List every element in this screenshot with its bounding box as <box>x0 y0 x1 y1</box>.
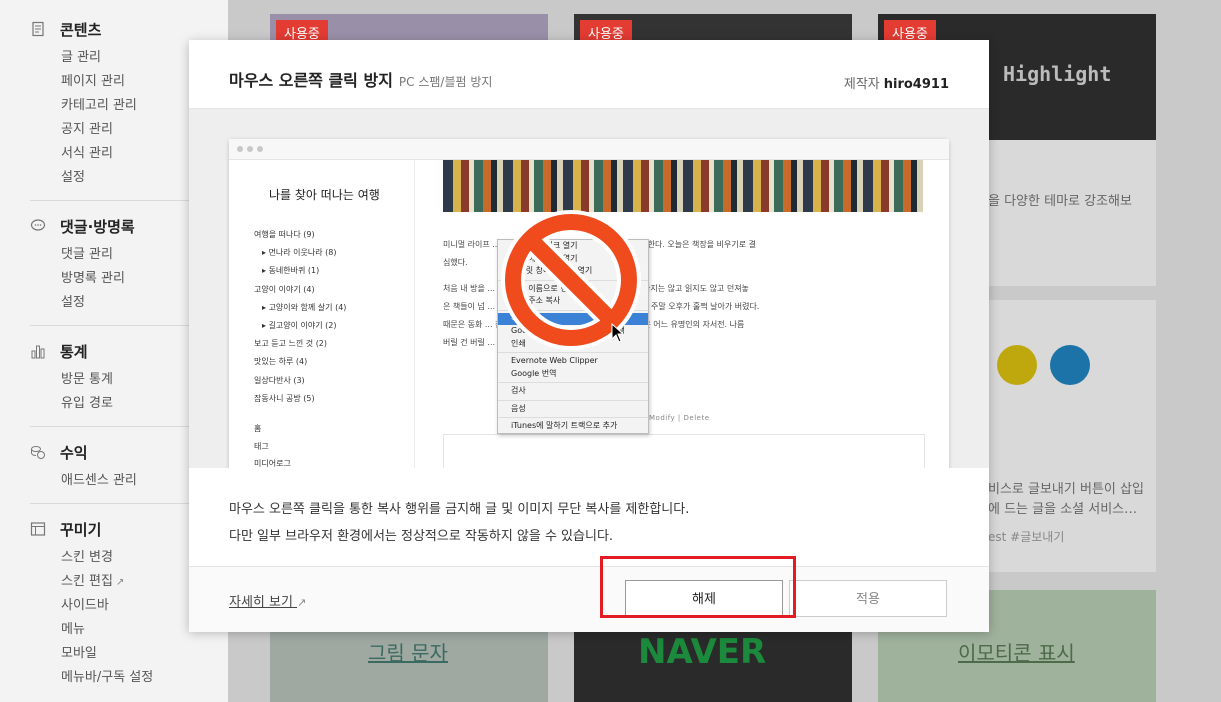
blog-category-item: 보고 듣고 느낀 것 (2) <box>254 335 346 353</box>
mouse-cursor-icon <box>611 323 625 343</box>
card-tags: est #글보내기 <box>988 530 1065 544</box>
context-menu-item: 검사 <box>511 386 526 395</box>
blog-category-label: 일상다반사 (3) <box>254 375 305 385</box>
card-bottom-title: NAVER <box>638 632 767 672</box>
sidebar-item-label: 글 관리 <box>61 50 102 65</box>
blog-category-label: 고양이와 함께 살기 (4) <box>268 302 347 312</box>
plugin-name: 마우스 오른쪽 클릭 방지 <box>229 71 393 90</box>
sidebar-item-label: 방명록 관리 <box>61 271 125 286</box>
browser-titlebar <box>229 139 949 160</box>
plugin-preview-image: 나를 찾아 떠나는 여행 여행을 떠나다 (9) ▸ 먼나라 이웃나라 (8) ▸ … <box>189 109 989 468</box>
blog-category-label: 잡동사니 공방 (5) <box>254 393 315 403</box>
context-menu-item: iTunes에 말하기 트랙으로 추가 <box>511 421 618 430</box>
sidebar-group-title[interactable]: 콘텐츠 <box>30 16 228 42</box>
description-line: 마우스 오른쪽 클릭을 통한 복사 행위를 금지해 글 및 이미지 무단 복사를… <box>229 502 690 517</box>
blog-category-list: 여행을 떠나다 (9) ▸ 먼나라 이웃나라 (8) ▸ 동네한바퀴 (1) 고양이 … <box>254 226 346 408</box>
blog-category-item: 일상다반사 (3) <box>254 372 346 390</box>
sidebar-item-label: 설정 <box>61 170 85 185</box>
blog-category-label: 보고 듣고 느낀 것 (2) <box>254 339 328 349</box>
modal-footer: 자세히 보기 ↗ 해제 적용 <box>189 556 989 632</box>
description-line: 다만 일부 브라우저 환경에서는 정상적으로 작동하지 않을 수 있습니다. <box>229 529 614 544</box>
blog-category-item: 맛있는 하루 (4) <box>254 353 346 371</box>
blog-category-label: 먼나라 이웃나라 (8) <box>268 248 337 258</box>
sidebar-item-label: 유입 경로 <box>61 396 113 411</box>
blog-category-item: ▸ 먼나라 이웃나라 (8) <box>262 248 337 258</box>
context-menu-item: Google 번역 <box>511 368 557 378</box>
blog-category-label: 길고양이 이야기 (2) <box>268 321 337 331</box>
sidebar-item-label: 방문 통계 <box>61 372 113 387</box>
apply-button[interactable]: 적용 <box>789 580 947 617</box>
context-menu-item: 음성 <box>511 403 526 413</box>
author-name: hiro4911 <box>883 77 949 92</box>
annotation-highlight-box <box>600 556 796 618</box>
sidebar-group-label: 꾸미기 <box>60 520 102 539</box>
sidebar-item-label: 메뉴 <box>61 622 85 637</box>
sidebar-group-label: 콘텐츠 <box>60 20 102 39</box>
context-menu-item: Evernote Web Clipper <box>511 356 598 365</box>
blog-category-label: 동네한바퀴 (1) <box>268 266 320 276</box>
sidebar-item-label: 페이지 관리 <box>61 74 125 89</box>
sidebar-item[interactable]: 메뉴바/구독 설정 <box>30 666 228 690</box>
blog-category-item: ▸ 길고양이 이야기 (2) <box>262 321 337 331</box>
sidebar-group-label: 수익 <box>60 443 88 462</box>
comment-box <box>443 434 925 468</box>
card-description: 을 다양한 테마로 강조해보 <box>988 194 1132 209</box>
blog-category-label: 고양이 이야기 (4) <box>254 284 315 294</box>
sidebar-item[interactable]: 모바일 <box>30 642 228 666</box>
blog-nav-link: 태그 <box>254 441 269 451</box>
plugin-description: 마우스 오른쪽 클릭을 통한 복사 행위를 금지해 글 및 이미지 무단 복사를… <box>229 496 689 550</box>
card-description: 비스로 글보내기 버튼이 삽입 <box>988 482 1144 497</box>
plugin-detail-modal: 마우스 오른쪽 클릭 방지 PC 스팸/블펌 방지 제작자 hiro4911 나를 … <box>189 40 989 632</box>
blog-nav-bottom: 홈태그미디어로그 <box>254 420 291 468</box>
sidebar-item-label: 댓글 관리 <box>61 247 113 262</box>
author-label: 제작자 <box>843 77 880 92</box>
twitter-icon <box>1050 345 1090 385</box>
modal-title: 마우스 오른쪽 클릭 방지 PC 스팸/블펌 방지 <box>229 67 492 91</box>
sidebar-item-label: 메뉴바/구독 설정 <box>61 670 154 685</box>
blog-nav-link: 홈 <box>254 424 262 433</box>
preview-browser-window: 나를 찾아 떠나는 여행 여행을 떠나다 (9) ▸ 먼나라 이웃나라 (8) ▸ … <box>229 139 949 468</box>
blog-sidebar: 나를 찾아 떠나는 여행 여행을 떠나다 (9) ▸ 먼나라 이웃나라 (8) ▸ … <box>229 160 415 468</box>
sidebar-item-label: 카테고리 관리 <box>61 98 137 113</box>
card-highlight-title: Highlight <box>1003 62 1112 86</box>
sidebar-item-label: 사이드바 <box>61 598 109 613</box>
card-description: 에 드는 글을 소셜 서비스… <box>988 502 1138 517</box>
blog-category-label: 맛있는 하루 (4) <box>254 357 308 367</box>
sidebar-item-label: 스킨 편집 <box>61 574 113 589</box>
speech-bubble-icon <box>30 218 46 234</box>
kakao-icon <box>997 345 1037 385</box>
blog-title: 나를 찾아 떠나는 여행 <box>269 188 380 202</box>
sidebar-group-label: 댓글·방명록 <box>60 217 135 236</box>
sidebar-item-label: 스킨 변경 <box>61 550 113 565</box>
blog-category-item: ▸ 고양이와 함께 살기 (4) <box>262 302 347 312</box>
sidebar-group-label: 통계 <box>60 342 88 361</box>
plugin-author: 제작자 hiro4911 <box>844 73 949 92</box>
external-link-icon: ↗ <box>297 596 307 609</box>
sidebar-item-label: 설정 <box>61 295 85 310</box>
modal-header: 마우스 오른쪽 클릭 방지 PC 스팸/블펌 방지 제작자 hiro4911 <box>189 40 989 109</box>
sidebar-item-label: 공지 관리 <box>61 122 113 137</box>
card-bottom-title: 이모티콘 표시 <box>958 641 1075 665</box>
external-link-icon: ↗ <box>115 577 125 588</box>
coins-icon <box>30 444 46 460</box>
blog-category-item: ▸ 동네한바퀴 (1) <box>262 266 320 276</box>
layout-icon <box>30 521 46 537</box>
card-bottom-title: 그림 문자 <box>368 641 448 665</box>
bar-chart-icon <box>30 343 46 359</box>
document-icon <box>30 21 46 37</box>
bookshelf-photo <box>443 160 923 212</box>
modify-delete-links: Modify | Delete <box>649 414 710 422</box>
detail-link-label: 자세히 보기 <box>229 595 293 610</box>
blog-category-label: 여행을 떠나다 (9) <box>254 230 315 239</box>
blog-nav-link: 미디어로그 <box>254 459 291 468</box>
blog-category-item: 고양이 이야기 (4) <box>254 281 346 299</box>
sidebar-item-label: 애드센스 관리 <box>61 473 137 488</box>
blog-category-item: 여행을 떠나다 (9) <box>254 226 346 244</box>
detail-link[interactable]: 자세히 보기 ↗ <box>229 591 306 610</box>
sidebar-item-label: 서식 관리 <box>61 146 113 161</box>
blog-category-item: 잡동사니 공방 (5) <box>254 390 346 408</box>
sidebar-item-label: 모바일 <box>61 646 97 661</box>
plugin-category: PC 스팸/블펌 방지 <box>398 75 493 89</box>
